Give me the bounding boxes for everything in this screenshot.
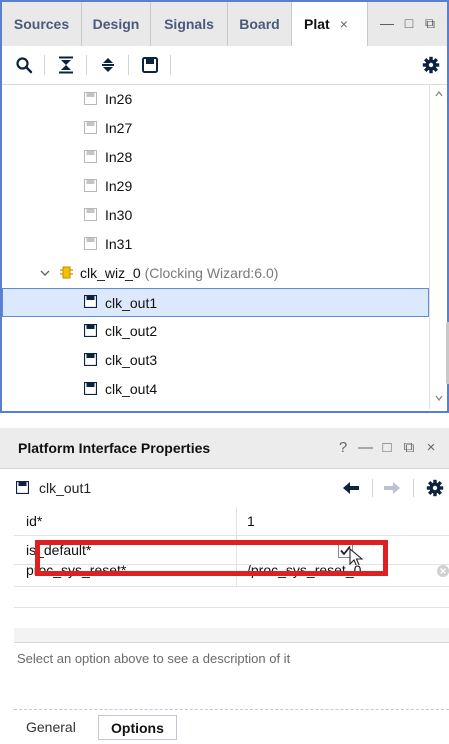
tab-signals[interactable]: Signals <box>151 2 228 46</box>
panel-title: Platform Interface Properties <box>18 440 211 456</box>
properties-tab-bar: General Options <box>14 713 449 744</box>
tree-row-label: clk_out4 <box>105 381 158 397</box>
tab-board[interactable]: Board <box>228 2 292 46</box>
chevron-down-icon[interactable] <box>39 267 51 279</box>
tree-row-label: clk_out3 <box>105 352 158 368</box>
toolbar-separator <box>413 479 414 497</box>
tree-row-label: In28 <box>105 149 133 165</box>
ip-instance-name: clk_wiz_0 <box>80 265 141 281</box>
tree-scrollbar[interactable] <box>429 85 447 409</box>
tree-row-label: In29 <box>105 178 133 194</box>
properties-panel-header: Platform Interface Properties ? — □ ⧉ × <box>0 428 449 469</box>
tab-sources[interactable]: Sources <box>2 2 82 46</box>
tree-row-clk-out1[interactable]: clk_out1 <box>2 288 429 317</box>
description-text: Select an option above to see a descript… <box>17 651 291 666</box>
maximize-icon[interactable]: □ <box>402 15 416 31</box>
tree-row-label: In30 <box>105 207 133 223</box>
scroll-up-icon[interactable] <box>435 91 443 97</box>
tab-platform-label: Plat <box>304 16 330 32</box>
property-row-empty <box>14 587 449 608</box>
port-icon <box>84 150 97 163</box>
tree-row-label: In27 <box>105 120 133 136</box>
minimize-icon[interactable]: — <box>380 15 394 31</box>
port-icon <box>84 92 97 105</box>
tab-design[interactable]: Design <box>82 2 151 46</box>
ip-type-label: (Clocking Wizard:6.0) <box>144 265 279 281</box>
property-description-area: Select an option above to see a descript… <box>14 642 449 710</box>
property-name: id* <box>26 513 43 529</box>
settings-gear-icon[interactable] <box>419 53 443 77</box>
port-icon <box>84 179 97 192</box>
tree-row-label: clk_out2 <box>105 323 158 339</box>
tree-row-label: In26 <box>105 91 133 107</box>
tree-row-in26[interactable]: In26 <box>2 85 429 114</box>
search-icon[interactable] <box>12 53 36 77</box>
port-icon <box>84 237 97 250</box>
restore-icon[interactable]: ⧉ <box>402 440 416 456</box>
clock-port-icon <box>83 381 98 396</box>
clock-port-icon <box>83 294 98 309</box>
toolbar-separator <box>44 55 45 75</box>
annotation-highlight-box <box>35 540 388 576</box>
tree-row-label: clk_out1 <box>105 295 158 311</box>
panel-toolbar <box>2 46 447 85</box>
back-arrow-icon[interactable] <box>342 479 360 500</box>
port-icon <box>84 208 97 221</box>
selected-object-name: clk_out1 <box>39 480 92 496</box>
toolbar-separator <box>86 55 87 75</box>
settings-gear-icon[interactable] <box>426 479 444 500</box>
tree-row-clk-out2[interactable]: clk_out2 <box>2 317 429 346</box>
tree-row-in31[interactable]: In31 <box>2 230 429 259</box>
toolbar-separator <box>128 55 129 75</box>
platform-tree: In26 In27 In28 In29 In30 In31 clk_wiz_0 … <box>2 85 429 409</box>
panel-tab-bar: Sources Design Signals Board Plat × — □ ⧉ <box>2 2 447 46</box>
property-value[interactable]: 1 <box>247 507 255 536</box>
restore-icon[interactable]: ⧉ <box>423 15 437 31</box>
property-row-id[interactable]: id* 1 <box>14 507 449 536</box>
clock-port-icon <box>83 352 98 367</box>
netlist-panel: Sources Design Signals Board Plat × — □ ⧉ <box>0 0 449 413</box>
help-icon[interactable]: ? <box>336 440 350 456</box>
tab-close-icon[interactable]: × <box>340 16 348 32</box>
expand-all-icon[interactable] <box>96 53 120 77</box>
tree-row-in27[interactable]: In27 <box>2 114 429 143</box>
maximize-icon[interactable]: □ <box>380 440 394 456</box>
tree-row-in30[interactable]: In30 <box>2 201 429 230</box>
clock-port-icon <box>15 480 30 497</box>
tree-row-clk-out4[interactable]: clk_out4 <box>2 375 429 404</box>
scroll-down-icon[interactable] <box>435 395 443 401</box>
tab-options[interactable]: Options <box>98 715 177 740</box>
column-divider <box>236 507 237 536</box>
minimize-icon[interactable]: — <box>358 440 373 456</box>
toolbar-separator <box>170 55 171 75</box>
tree-row-label: clk_wiz_0 (Clocking Wizard:6.0) <box>80 259 278 288</box>
tree-row-in29[interactable]: In29 <box>2 172 429 201</box>
tree-row-clk-out3[interactable]: clk_out3 <box>2 346 429 375</box>
port-icon <box>84 121 97 134</box>
ip-block-icon <box>60 265 73 279</box>
clear-value-icon[interactable] <box>437 565 449 580</box>
collapse-all-icon[interactable] <box>54 53 78 77</box>
tree-row-clk-wiz-0[interactable]: clk_wiz_0 (Clocking Wizard:6.0) <box>2 259 429 288</box>
forward-arrow-icon[interactable] <box>383 479 401 500</box>
tree-row-in28[interactable]: In28 <box>2 143 429 172</box>
close-icon[interactable]: × <box>424 440 438 456</box>
toolbar-separator <box>372 479 373 497</box>
save-icon[interactable] <box>138 53 162 77</box>
selected-object-row: clk_out1 <box>0 469 449 507</box>
tree-row-label: In31 <box>105 236 133 252</box>
clock-port-icon <box>83 323 98 338</box>
properties-spacer <box>14 628 449 642</box>
tab-general[interactable]: General <box>14 715 88 740</box>
tab-platform[interactable]: Plat × <box>292 2 368 46</box>
